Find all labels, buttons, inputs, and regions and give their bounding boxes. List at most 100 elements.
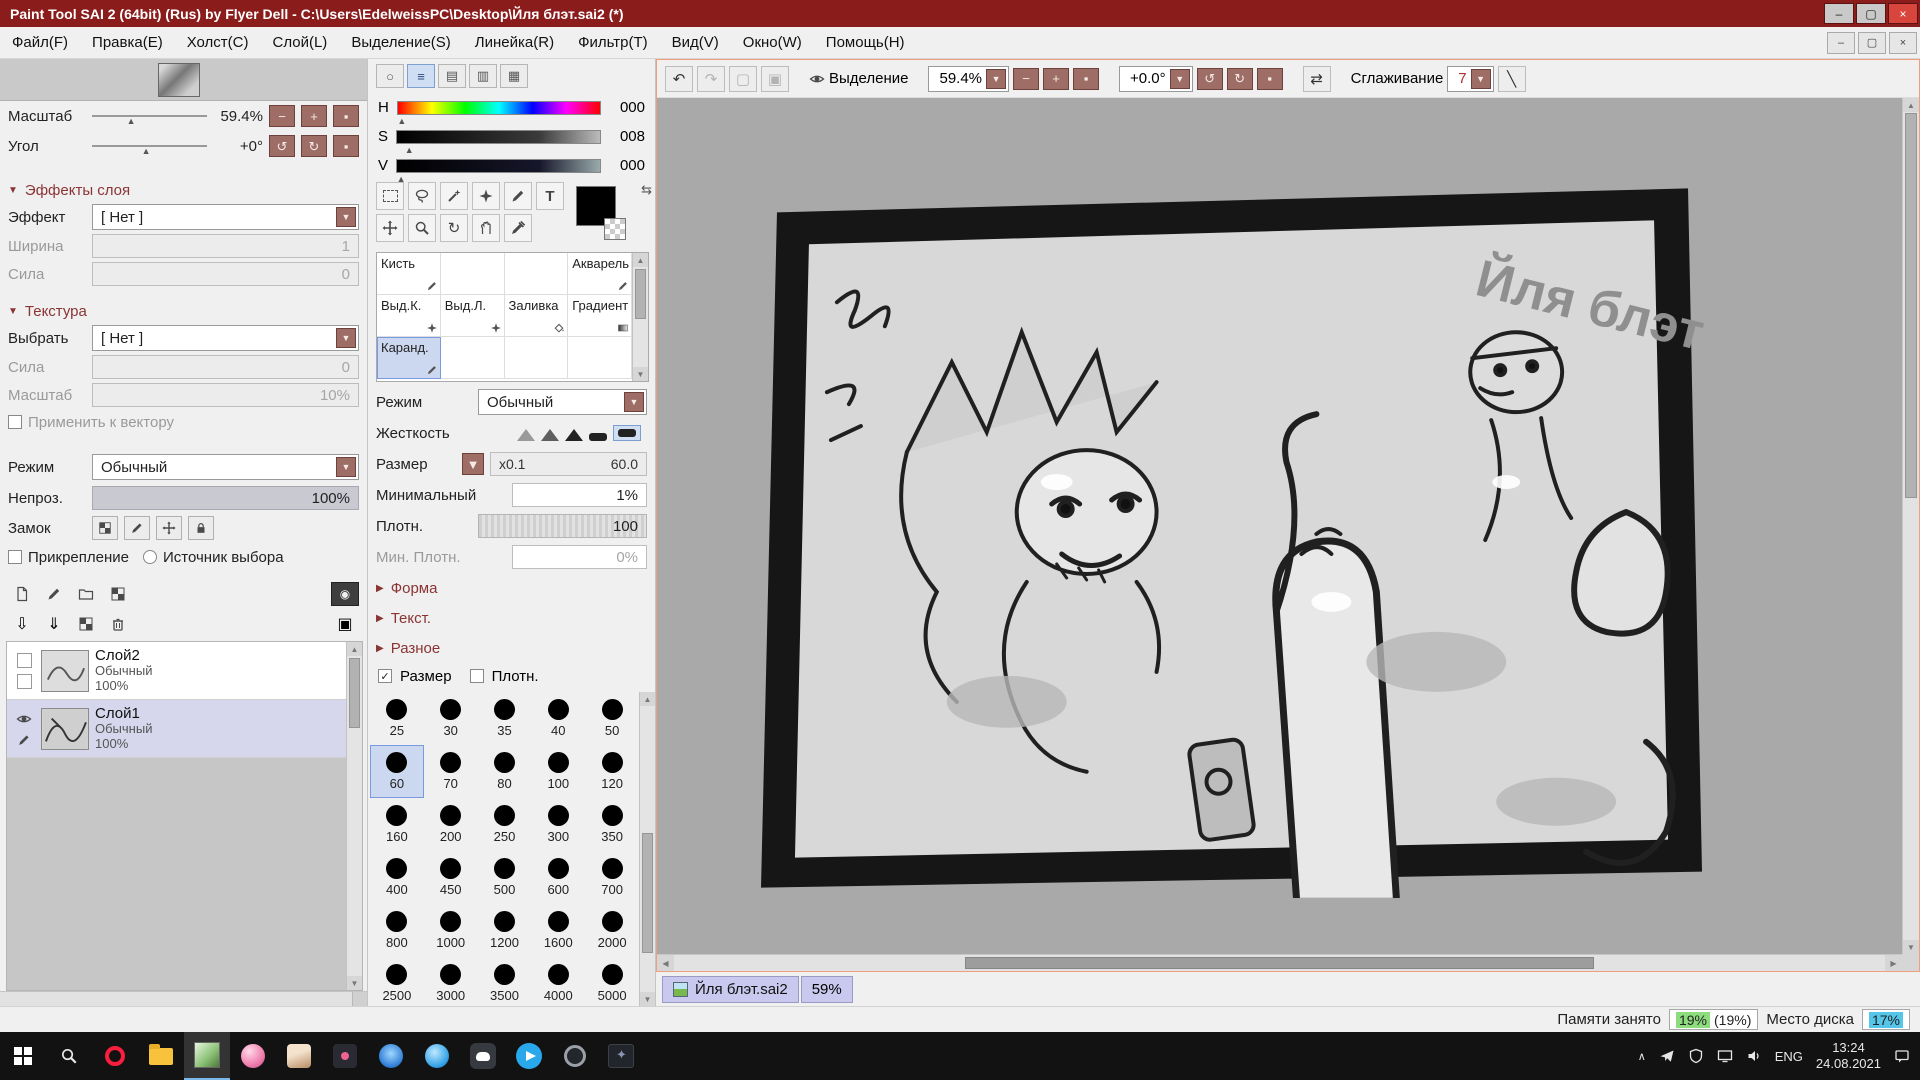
navigator-preview[interactable] bbox=[0, 59, 367, 101]
smoothing-dropdown[interactable]: 7 ▼ bbox=[1447, 66, 1493, 92]
misc-section-header[interactable]: ▶ Разное bbox=[368, 632, 655, 662]
selection-source-radio[interactable] bbox=[143, 550, 157, 564]
view-angle-dropdown[interactable]: +0.0° ▼ bbox=[1119, 66, 1193, 92]
taskbar-app-anime[interactable] bbox=[276, 1032, 322, 1080]
menu-edit[interactable]: Правка(E) bbox=[80, 27, 175, 58]
notification-center-icon[interactable] bbox=[1894, 1048, 1910, 1064]
hardness-5-selected[interactable] bbox=[613, 425, 641, 441]
layer-row-1-selected[interactable]: Слой1 Обычный 100% bbox=[7, 700, 346, 758]
scroll-up-icon[interactable]: ▲ bbox=[1903, 98, 1919, 112]
tool-list-scrollbar[interactable]: ▲ ▼ bbox=[632, 253, 648, 381]
layer-opacity-slider[interactable]: 100% bbox=[92, 486, 359, 510]
chevron-down-icon[interactable]: ▼ bbox=[336, 328, 356, 348]
invert-selection-button[interactable]: ▣ bbox=[761, 66, 789, 92]
swatches-tab[interactable]: ▥ bbox=[469, 64, 497, 88]
tool-fill[interactable]: Заливка bbox=[505, 295, 569, 337]
shape-section-header[interactable]: ▶ Форма bbox=[368, 572, 655, 602]
menu-filter[interactable]: Фильтр(T) bbox=[566, 27, 660, 58]
brush-size-option[interactable]: 3500 bbox=[478, 957, 532, 1010]
pen-tool[interactable] bbox=[504, 182, 532, 210]
tray-shield-icon[interactable] bbox=[1688, 1048, 1704, 1064]
brush-size-option[interactable]: 3000 bbox=[424, 957, 478, 1010]
title-bar[interactable]: Paint Tool SAI 2 (64bit) (Rus) by Flyer … bbox=[0, 0, 1920, 27]
brush-size-option[interactable]: 300 bbox=[531, 798, 585, 851]
effect-strength-field[interactable]: 0 bbox=[92, 262, 359, 286]
brush-size-option[interactable]: 600 bbox=[531, 851, 585, 904]
taskbar-steam[interactable] bbox=[552, 1032, 598, 1080]
new-vector-layer-icon[interactable] bbox=[40, 582, 68, 606]
tool-gradient[interactable]: Градиент bbox=[568, 295, 632, 337]
tool-watercolor[interactable]: Акварель bbox=[568, 253, 632, 295]
zoom-reset-button[interactable]: ▪ bbox=[333, 105, 359, 127]
view-zoom-dropdown[interactable]: 59.4% ▼ bbox=[928, 66, 1009, 92]
scroll-up-icon[interactable]: ▲ bbox=[633, 253, 648, 267]
eye-icon[interactable] bbox=[16, 711, 32, 727]
clear-layer-icon[interactable] bbox=[72, 612, 100, 636]
menu-view[interactable]: Вид(V) bbox=[660, 27, 731, 58]
taskbar-app-blue[interactable] bbox=[368, 1032, 414, 1080]
swap-colors-icon[interactable]: ⇆ bbox=[641, 182, 652, 198]
taskbar-search-button[interactable] bbox=[46, 1032, 92, 1080]
brush-size-option[interactable]: 70 bbox=[424, 745, 478, 798]
brush-size-option[interactable]: 700 bbox=[585, 851, 639, 904]
view-zoom-in-button[interactable]: + bbox=[1043, 68, 1069, 90]
view-angle-reset-button[interactable]: ▪ bbox=[1257, 68, 1283, 90]
lasso-tool[interactable] bbox=[408, 182, 436, 210]
scroll-up-icon[interactable]: ▲ bbox=[347, 642, 362, 656]
document-tab[interactable]: Йля блэт.sai2 bbox=[662, 976, 799, 1003]
zoom-tool[interactable] bbox=[408, 214, 436, 242]
hsv-sliders-tab[interactable]: ▤ bbox=[438, 64, 466, 88]
rgb-sliders-tab[interactable]: ≡ bbox=[407, 64, 435, 88]
transfer-down-icon[interactable]: ⇩ bbox=[8, 612, 36, 636]
angle-slider[interactable]: ▲ bbox=[92, 138, 207, 154]
apply-vector-checkbox[interactable] bbox=[8, 415, 22, 429]
hardness-2-icon[interactable] bbox=[541, 429, 559, 441]
maximize-button[interactable]: ▢ bbox=[1856, 3, 1886, 24]
tray-clock[interactable]: 13:24 24.08.2021 bbox=[1816, 1040, 1881, 1073]
brush-size-option[interactable]: 500 bbox=[478, 851, 532, 904]
shape-tool[interactable] bbox=[472, 182, 500, 210]
panel-options-icon[interactable]: ▣ bbox=[331, 612, 359, 636]
brush-size-option[interactable]: 1200 bbox=[478, 904, 532, 957]
effect-dropdown[interactable]: [ Нет ] ▼ bbox=[92, 204, 359, 230]
magic-wand-tool[interactable] bbox=[440, 182, 468, 210]
new-folder-icon[interactable] bbox=[72, 582, 100, 606]
min-density-field[interactable]: 0% bbox=[512, 545, 647, 569]
taskbar-game[interactable] bbox=[598, 1032, 644, 1080]
language-indicator[interactable]: ENG bbox=[1775, 1049, 1803, 1064]
tray-network-icon[interactable] bbox=[1717, 1048, 1733, 1064]
texture-section-header[interactable]: ▶ Текст. bbox=[368, 602, 655, 632]
chevron-down-icon[interactable]: ▼ bbox=[1170, 69, 1190, 89]
doc-minimize-button[interactable]: – bbox=[1827, 32, 1855, 54]
value-slider[interactable]: ▲ bbox=[396, 159, 601, 173]
rotate-ccw-button[interactable]: ↺ bbox=[269, 135, 295, 157]
text-tool[interactable]: T bbox=[536, 182, 564, 210]
rotate-cw-button[interactable]: ↻ bbox=[301, 135, 327, 157]
menu-help[interactable]: Помощь(H) bbox=[814, 27, 917, 58]
view-zoom-out-button[interactable]: − bbox=[1013, 68, 1039, 90]
sizes-scrollbar[interactable]: ▲ ▼ bbox=[639, 692, 655, 1006]
secondary-color-swatch[interactable] bbox=[604, 218, 626, 240]
undo-button[interactable]: ↶ bbox=[665, 66, 693, 92]
tray-volume-icon[interactable] bbox=[1746, 1048, 1762, 1064]
minimize-button[interactable]: – bbox=[1824, 3, 1854, 24]
layer-row-2[interactable]: Слой2 Обычный 100% bbox=[7, 642, 346, 700]
menu-layer[interactable]: Слой(L) bbox=[261, 27, 340, 58]
hardness-3-icon[interactable] bbox=[565, 429, 583, 441]
brush-size-option[interactable]: 1600 bbox=[531, 904, 585, 957]
scroll-left-icon[interactable]: ◀ bbox=[657, 955, 674, 971]
taskbar-opera[interactable] bbox=[92, 1032, 138, 1080]
view-rotate-cw-button[interactable]: ↻ bbox=[1227, 68, 1253, 90]
brush-size-option[interactable]: 30 bbox=[424, 692, 478, 745]
layer-scrollbar[interactable]: ▲ ▼ bbox=[346, 642, 362, 990]
effect-width-field[interactable]: 1 bbox=[92, 234, 359, 258]
brush-size-option[interactable]: 120 bbox=[585, 745, 639, 798]
tool-pencil-selected[interactable]: Каранд. bbox=[377, 337, 441, 379]
taskbar-sai-active[interactable] bbox=[184, 1032, 230, 1080]
layer-extra-toggle[interactable] bbox=[17, 674, 32, 689]
menu-canvas[interactable]: Холст(C) bbox=[175, 27, 261, 58]
min-size-field[interactable]: 1% bbox=[512, 483, 647, 507]
scroll-down-icon[interactable]: ▼ bbox=[640, 992, 655, 1006]
hardness-1-icon[interactable] bbox=[517, 429, 535, 441]
texture-scale-field[interactable]: 10% bbox=[92, 383, 359, 407]
